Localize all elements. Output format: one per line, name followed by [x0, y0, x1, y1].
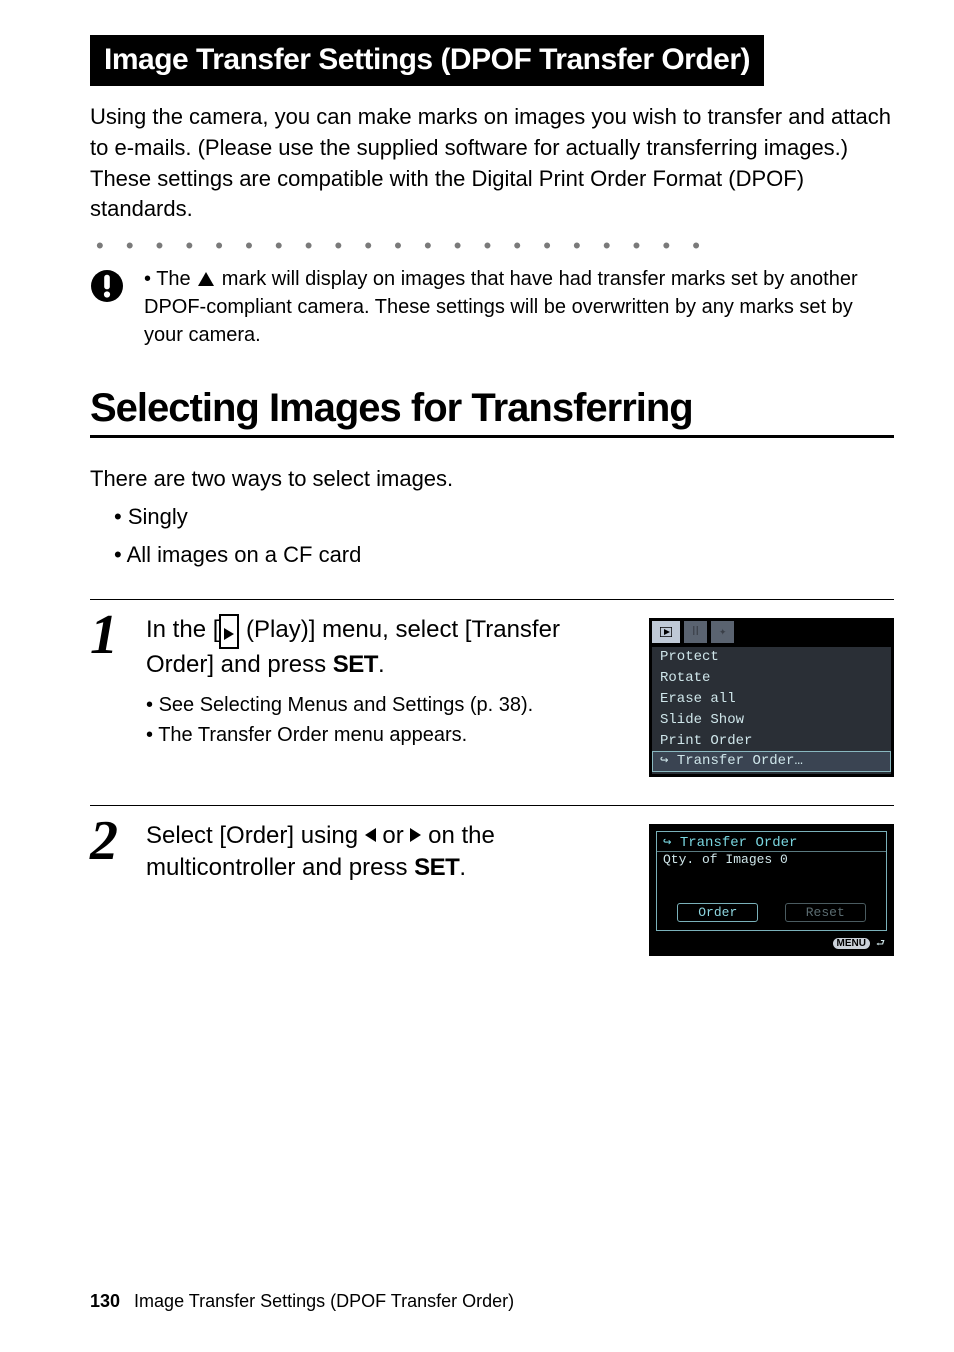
step-instruction: In the [ (Play)] menu, select [Transfer …	[146, 614, 631, 680]
footer-title: Image Transfer Settings (DPOF Transfer O…	[134, 1291, 514, 1311]
menu-item: Protect	[652, 647, 891, 668]
intro-paragraph: Using the camera, you can make marks on …	[90, 102, 894, 225]
order-button: Order	[677, 903, 758, 922]
menu-item: Slide Show	[652, 710, 891, 731]
step-bullets: See Selecting Menus and Settings (p. 38)…	[146, 690, 631, 750]
text: or	[376, 822, 411, 849]
menu-tag: MENU	[833, 938, 870, 949]
text: .	[378, 651, 385, 678]
step-instruction: Select [Order] using or on the multicont…	[146, 820, 631, 882]
warning-text: • The mark will display on images that h…	[144, 265, 894, 349]
step-number: 1	[90, 610, 128, 660]
tab-setup-icon: ⅠⅠ	[684, 621, 707, 643]
section-intro: There are two ways to select images.	[90, 466, 894, 492]
set-label: SET	[333, 651, 378, 678]
section-heading: Selecting Images for Transferring	[90, 387, 894, 429]
mode-list: Singly All images on a CF card	[114, 498, 894, 573]
text: .	[459, 854, 466, 881]
list-item: All images on a CF card	[114, 536, 894, 573]
text: Select [Order] using	[146, 822, 365, 849]
tab-my-icon: ✦	[711, 621, 734, 643]
menu-return-indicator: MENU ⮐	[652, 935, 891, 953]
page-title-banner: Image Transfer Settings (DPOF Transfer O…	[90, 35, 764, 86]
right-arrow-icon	[410, 828, 421, 842]
step-2: 2 Select [Order] using or on the multico…	[90, 805, 894, 984]
exclamation-icon	[90, 269, 124, 308]
page-footer: 130 Image Transfer Settings (DPOF Transfe…	[90, 1291, 514, 1312]
menu-item-selected: ↪ Transfer Order…	[652, 751, 891, 772]
reset-button: Reset	[785, 903, 866, 922]
camera-lcd-menu: ⅠⅠ ✦ Protect Rotate Erase all Slide Show…	[649, 618, 894, 777]
warning-post: mark will display on images that have ha…	[144, 268, 858, 346]
step-1: 1 In the [ (Play)] menu, select [Transfe…	[90, 599, 894, 805]
text: Transfer Order…	[677, 753, 803, 769]
page-number: 130	[90, 1291, 120, 1311]
menu-item: Print Order	[652, 731, 891, 752]
text: In the [	[146, 616, 219, 643]
menu-item: Rotate	[652, 668, 891, 689]
menu-item: Erase all	[652, 689, 891, 710]
list-item: The Transfer Order menu appears.	[146, 720, 631, 750]
list-item: Singly	[114, 498, 894, 535]
lcd-title: ↪ Transfer Order	[657, 832, 886, 851]
dotted-divider: • • • • • • • • • • • • • • • • • • • • …	[96, 233, 894, 259]
text: Transfer Order	[680, 835, 798, 851]
lcd-qty-line: Qty. of Images 0	[657, 851, 886, 867]
warning-triangle-icon	[198, 272, 214, 286]
set-label: SET	[414, 854, 459, 881]
list-item: See Selecting Menus and Settings (p. 38)…	[146, 690, 631, 720]
step-number: 2	[90, 816, 128, 866]
left-arrow-icon	[365, 828, 376, 842]
tab-play-icon	[652, 621, 680, 643]
play-icon	[219, 614, 239, 649]
warning-pre: The	[156, 268, 196, 290]
camera-lcd-transfer: ↪ Transfer Order Qty. of Images 0 Order …	[649, 824, 894, 956]
